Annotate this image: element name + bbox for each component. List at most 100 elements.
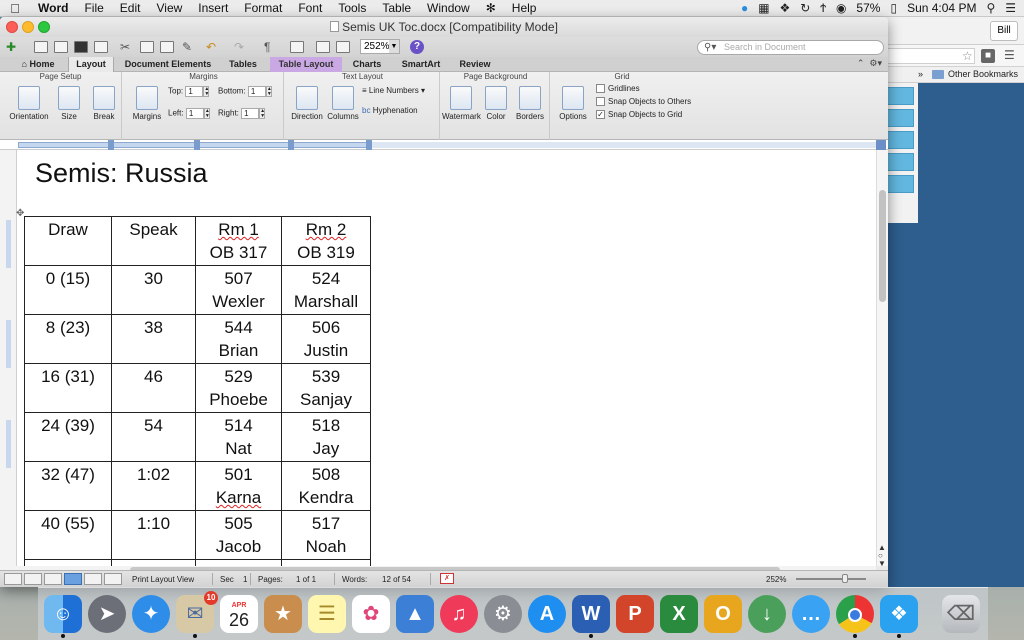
publishing-view-icon[interactable] <box>44 573 62 585</box>
redo-icon[interactable]: ↷ <box>234 39 244 55</box>
zoom-slider[interactable] <box>796 578 866 580</box>
header-draw[interactable]: Draw <box>24 216 112 266</box>
word-icon[interactable]: W <box>572 595 610 638</box>
app-store-icon[interactable]: A <box>528 595 566 633</box>
cell-rm1[interactable]: 544 Brian <box>195 314 282 364</box>
mail-icon[interactable]: ✉ 10 <box>176 591 218 638</box>
tab-charts[interactable]: Charts <box>346 57 388 72</box>
new-document-icon[interactable]: ✚ <box>6 39 16 55</box>
copy-icon[interactable] <box>140 41 154 53</box>
timemachine-icon[interactable]: ↻ <box>800 1 810 15</box>
menu-window[interactable]: Window <box>419 1 478 15</box>
margin-right-field[interactable]: Right: 1 ▲ ▼ <box>218 108 266 119</box>
bookmark-star-icon[interactable]: ☆ <box>962 49 973 63</box>
margin-left-field[interactable]: Left: 1 ▲ ▼ <box>168 108 210 119</box>
watermark-button[interactable]: Watermark <box>442 86 481 121</box>
view-icon[interactable] <box>290 41 304 53</box>
save-icon[interactable] <box>74 41 88 53</box>
stepper-icon[interactable]: ▲ ▼ <box>203 108 210 119</box>
keynote-icon[interactable]: ▲ <box>396 595 434 633</box>
indent-marker[interactable] <box>288 140 294 150</box>
vertical-scrollbar[interactable]: ▲ ○ ▼ <box>876 150 888 568</box>
menu-view[interactable]: View <box>148 1 190 15</box>
vertical-ruler[interactable] <box>0 150 17 566</box>
orientation-button[interactable]: Orientation <box>6 86 52 121</box>
cell-rm1[interactable]: 501 Karna <box>195 461 282 511</box>
menu-tools[interactable]: Tools <box>330 1 374 15</box>
cell-rm2[interactable]: 508 Kendra <box>281 461 371 511</box>
menu-format[interactable]: Format <box>236 1 290 15</box>
cell-rm2[interactable]: 524 Marshall <box>281 265 371 315</box>
draw-table[interactable]: Draw Speak Rm 1 OB 317 Rm 2 OB 319 0 (15) … <box>24 216 371 587</box>
notification-center-icon[interactable]: ☰ <box>1005 1 1016 15</box>
sidebar-icon[interactable] <box>316 41 330 53</box>
cell-rm1[interactable]: 529 Phoebe <box>195 363 282 413</box>
margin-top-field[interactable]: Top: 1 ▲ ▼ <box>168 86 210 97</box>
cell-rm1[interactable]: 507 Wexler <box>195 265 282 315</box>
draft-view-icon[interactable] <box>4 573 22 585</box>
column-marker[interactable] <box>194 140 200 150</box>
search-input[interactable]: ⚲▾ Search in Document <box>697 40 884 55</box>
wifi-icon[interactable]: ◉ <box>836 1 846 15</box>
page-color-button[interactable]: Color <box>482 86 510 121</box>
line-numbers-button[interactable]: ≡ Line Numbers ▾ <box>362 86 425 95</box>
tab-review[interactable]: Review <box>452 57 498 72</box>
menu-file[interactable]: File <box>76 1 111 15</box>
ruler-toggle[interactable] <box>876 140 886 150</box>
open-icon[interactable] <box>54 41 68 53</box>
cut-icon[interactable]: ✂ <box>120 39 130 55</box>
downloads-icon[interactable]: ↓ <box>748 595 786 633</box>
paste-icon[interactable] <box>160 41 174 53</box>
page-tile[interactable] <box>884 109 914 127</box>
cell-draw[interactable]: 24 (39) <box>24 412 112 462</box>
header-rm2[interactable]: Rm 2 OB 319 <box>281 216 371 266</box>
notebook-view-icon[interactable] <box>84 573 102 585</box>
notes-icon[interactable]: ☰ <box>308 595 346 633</box>
browser-menu-icon[interactable]: ☰ <box>1004 48 1015 62</box>
messages-icon[interactable]: … <box>792 595 830 633</box>
tab-document-elements[interactable]: Document Elements <box>120 57 216 72</box>
battery-icon[interactable]: ▯ <box>890 1 897 15</box>
contacts-icon[interactable]: ★ <box>264 595 302 633</box>
other-bookmarks-link[interactable]: Other Bookmarks <box>948 69 1018 79</box>
cell-speak[interactable]: 38 <box>111 314 196 364</box>
tab-home[interactable]: ⌂ Home <box>12 57 64 72</box>
cell-speak[interactable]: 46 <box>111 363 196 413</box>
show-paragraph-icon[interactable]: ¶ <box>264 39 270 55</box>
cell-draw[interactable]: 0 (15) <box>24 265 112 315</box>
right-value[interactable]: 1 <box>241 108 260 119</box>
tab-smartart[interactable]: SmartArt <box>394 57 448 72</box>
snap-grid-checkbox[interactable]: ✓ Snap Objects to Grid <box>596 110 682 120</box>
hyphenation-button[interactable]: bc Hyphenation <box>362 106 418 115</box>
trash-icon[interactable]: ⌫ <box>942 595 980 633</box>
page-tile[interactable] <box>884 153 914 171</box>
outlook-icon[interactable]: O <box>704 595 742 633</box>
top-value[interactable]: 1 <box>185 86 204 97</box>
twitter-status-icon[interactable]: ● <box>741 1 748 15</box>
scrollbar-thumb[interactable] <box>879 190 886 302</box>
print-icon[interactable] <box>94 41 108 53</box>
templates-icon[interactable] <box>34 41 48 53</box>
borders-button[interactable]: Borders <box>514 86 546 121</box>
itunes-icon[interactable]: ♫ <box>440 595 478 633</box>
break-button[interactable]: Break <box>88 86 120 121</box>
cell-rm1[interactable]: 514 Nat <box>195 412 282 462</box>
zoom-slider-handle[interactable] <box>842 574 848 583</box>
left-value[interactable]: 1 <box>185 108 204 119</box>
cell-rm2[interactable]: 518 Jay <box>281 412 371 462</box>
focus-view-icon[interactable] <box>104 573 122 585</box>
outline-view-icon[interactable] <box>24 573 42 585</box>
cell-rm1[interactable]: 505 Jacob <box>195 510 282 560</box>
cell-rm2[interactable]: 539 Sanjay <box>281 363 371 413</box>
cell-draw[interactable]: 8 (23) <box>24 314 112 364</box>
calendar-icon[interactable]: APR 26 <box>220 595 258 633</box>
help-icon[interactable]: ? <box>410 40 424 54</box>
page-tile[interactable] <box>884 87 914 105</box>
apple-menu-icon[interactable]:  <box>0 1 30 16</box>
bottom-value[interactable]: 1 <box>247 86 266 97</box>
chrome-icon[interactable] <box>836 595 874 638</box>
ribbon-controls[interactable]: ⌃ ⚙▾ <box>857 58 882 69</box>
size-button[interactable]: Size <box>54 86 84 121</box>
profile-button[interactable]: Bill <box>990 21 1018 41</box>
photos-icon[interactable]: ✿ <box>352 595 390 633</box>
